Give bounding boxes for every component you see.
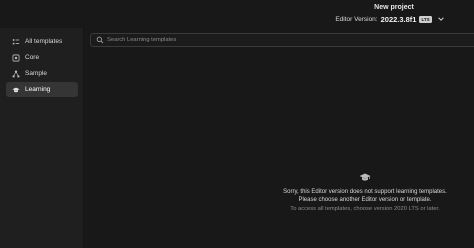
search-icon: [96, 36, 104, 44]
sidebar-item-core[interactable]: Core: [6, 50, 78, 65]
box-icon: [11, 53, 21, 63]
unity-hub-new-project: New project Editor Version: 2022.3.8f1 L…: [0, 0, 474, 248]
sidebar-item-learning[interactable]: Learning: [6, 82, 78, 97]
list-icon: [11, 37, 21, 47]
project-title: New project: [374, 4, 414, 11]
editor-version-label: Editor Version:: [335, 15, 378, 23]
empty-state: Sorry, this Editor version does not supp…: [275, 172, 455, 213]
sidebar-item-label: Learning: [25, 86, 51, 93]
main-panel: Sorry, this Editor version does not supp…: [85, 28, 474, 248]
sidebar-item-label: Sample: [25, 70, 48, 77]
sidebar-item-label: All templates: [25, 38, 63, 45]
graduation-cap-icon: [11, 85, 21, 95]
sidebar-item-all-templates[interactable]: All templates: [6, 34, 78, 49]
project-info: New project Editor Version: 2022.3.8f1 L…: [320, 3, 460, 24]
sidebar-item-label: Core: [25, 54, 40, 61]
search-bar[interactable]: [90, 33, 474, 47]
editor-version-value[interactable]: 2022.3.8f1: [381, 15, 417, 24]
sidebar-item-sample[interactable]: Sample: [6, 66, 78, 81]
sidebar: All templates Core Sample Learning: [0, 28, 84, 248]
editor-version-selector[interactable]: Editor Version: 2022.3.8f1 LTS: [320, 14, 460, 24]
nodes-icon: [11, 69, 21, 79]
search-input[interactable]: [107, 34, 474, 46]
chevron-down-icon[interactable]: [437, 15, 445, 23]
graduation-cap-icon: [359, 173, 371, 181]
empty-state-message: Sorry, this Editor version does not supp…: [283, 189, 447, 204]
header-bar: New project Editor Version: 2022.3.8f1 L…: [0, 0, 474, 28]
lts-badge: LTS: [419, 15, 432, 23]
empty-state-hint: To access all templates, choose version …: [290, 206, 440, 213]
